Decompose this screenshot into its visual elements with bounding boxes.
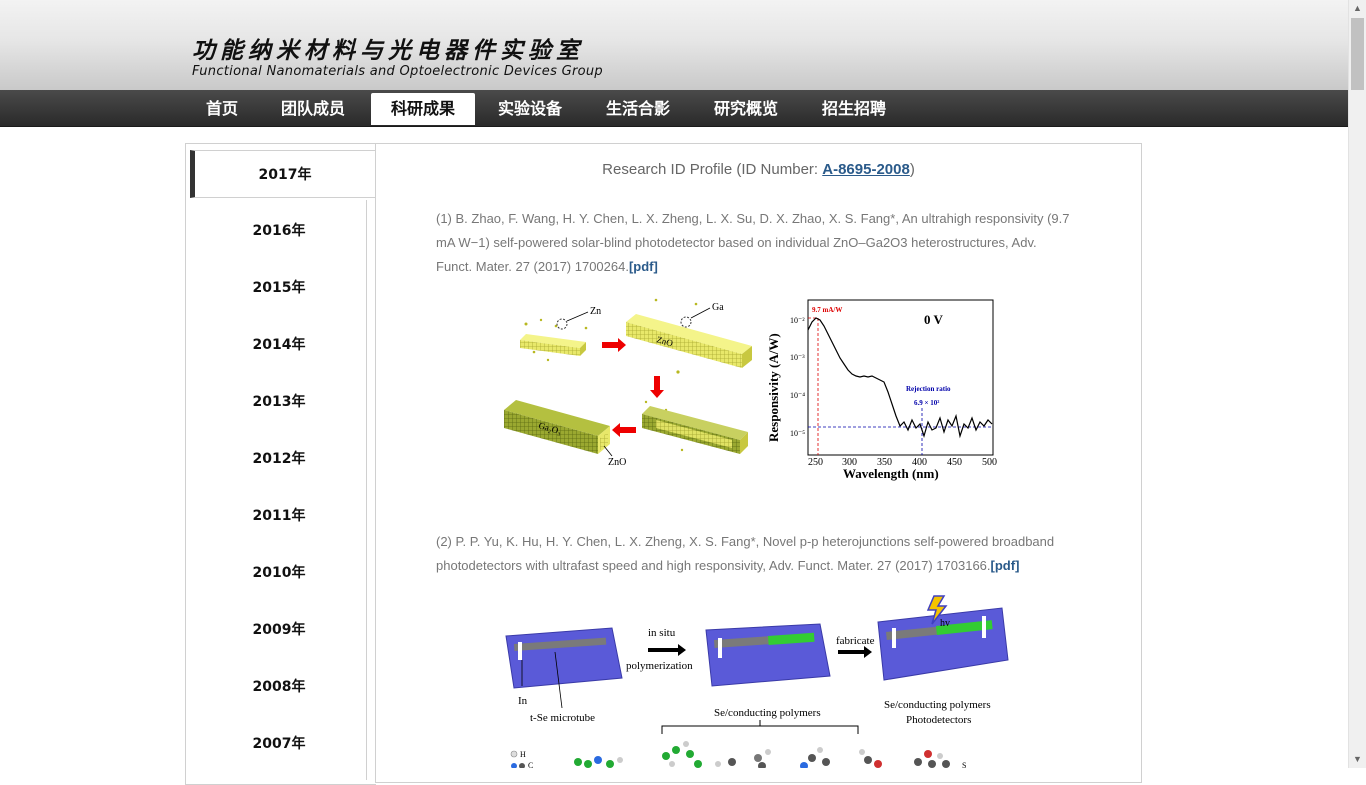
year-item-2011[interactable]: 2011年	[191, 492, 367, 540]
xtick-500: 500	[982, 457, 997, 468]
year-item-2008[interactable]: 2008年	[191, 663, 367, 711]
nav-research[interactable]: 科研成果	[371, 93, 475, 125]
publication-text: (1) B. Zhao, F. Wang, H. Y. Chen, L. X. …	[436, 211, 1070, 274]
pdf-link[interactable]: [pdf]	[991, 558, 1020, 573]
label-polymerization: polymerization	[626, 660, 693, 672]
legend-h: H	[520, 750, 526, 759]
year-item-2010[interactable]: 2010年	[191, 549, 367, 597]
year-item-2017[interactable]: 2017年	[190, 150, 375, 198]
ytick-3: 10⁻⁴	[790, 391, 805, 400]
nav-members[interactable]: 团队成员	[270, 93, 356, 125]
label-zn: Zn	[590, 306, 601, 317]
research-id-link[interactable]: A-8695-2008	[822, 161, 910, 178]
publication-text: (2) P. P. Yu, K. Hu, H. Y. Chen, L. X. Z…	[436, 534, 1055, 573]
main-nav: 首页 团队成员 科研成果 实验设备 生活合影 研究概览 招生招聘	[0, 90, 1349, 127]
xtick-450: 450	[947, 457, 962, 468]
arrow-right-icon	[648, 644, 686, 656]
year-item-2009[interactable]: 2009年	[191, 606, 367, 654]
year-item-2015[interactable]: 2015年	[191, 264, 367, 312]
label-zno-core: ZnO	[608, 457, 626, 468]
xtick-400: 400	[912, 457, 927, 468]
xtick-250: 250	[808, 457, 823, 468]
chart-xlabel: Wavelength (nm)	[843, 466, 939, 481]
profile-prefix: Research ID Profile (ID Number:	[602, 161, 823, 178]
polymer-molecules	[574, 741, 950, 768]
xtick-300: 300	[842, 457, 857, 468]
zno-small-rod	[520, 334, 586, 356]
year-item-2016[interactable]: 2016年	[191, 207, 367, 255]
page-scrollbar[interactable]: ▲ ▼	[1348, 0, 1366, 768]
year-item-2013[interactable]: 2013年	[191, 378, 367, 426]
arrow-down-icon	[650, 376, 664, 398]
nav-equipment[interactable]: 实验设备	[487, 93, 573, 125]
year-item-2012[interactable]: 2012年	[191, 435, 367, 483]
label-in-situ: in situ	[648, 627, 676, 639]
year-item-2014[interactable]: 2014年	[191, 321, 367, 369]
label-se-polymers-pd: Se/conducting polymers	[884, 699, 991, 711]
nav-overview[interactable]: 研究概览	[703, 93, 789, 125]
label-hv: hv	[940, 618, 950, 629]
label-tse: t-Se microtube	[530, 712, 595, 724]
scroll-down-icon[interactable]: ▼	[1349, 751, 1366, 768]
site-title-en: Functional Nanomaterials and Optoelectro…	[192, 64, 603, 79]
year-item-2007[interactable]: 2007年	[191, 720, 367, 768]
scroll-thumb[interactable]	[1351, 18, 1364, 90]
profile-suffix: )	[909, 161, 915, 178]
scroll-up-icon[interactable]: ▲	[1349, 0, 1366, 17]
arrow-right-icon	[838, 646, 872, 658]
legend-s: S	[962, 761, 966, 768]
publication-item: (1) B. Zhao, F. Wang, H. Y. Chen, L. X. …	[436, 207, 1076, 279]
research-id-profile: Research ID Profile (ID Number: A-8695-2…	[375, 161, 1142, 178]
publication-item: (2) P. P. Yu, K. Hu, H. Y. Chen, L. X. Z…	[436, 530, 1076, 578]
substrate-tse	[505, 627, 623, 689]
chart-bias-label: 0 V	[924, 312, 944, 327]
label-ga: Ga	[712, 302, 724, 313]
label-se-polymers: Se/conducting polymers	[714, 707, 821, 719]
label-in: In	[518, 695, 528, 707]
arrow-left-icon	[612, 423, 636, 437]
nav-recruit[interactable]: 招生招聘	[811, 93, 897, 125]
legend-c: C	[528, 761, 533, 768]
rejection-value: 6.9 × 10²	[914, 399, 939, 407]
figure-zno-ga2o3: Zn ZnO Ga Ga₂O₃ ZnO Responsivity (A/W) W…	[504, 298, 997, 481]
zno-large-rod	[626, 314, 752, 368]
rejection-title: Rejection ratio	[906, 385, 951, 393]
heterostructure-rod	[642, 406, 748, 454]
site-title-cn: 功能纳米材料与光电器件实验室	[192, 37, 584, 64]
peak-label: 9.7 mA/W	[812, 306, 842, 314]
site-header: 功能纳米材料与光电器件实验室 Functional Nanomaterials …	[0, 0, 1349, 90]
nav-home[interactable]: 首页	[193, 93, 251, 125]
responsivity-chart: Responsivity (A/W) Wavelength (nm) 0 V 9…	[766, 299, 997, 481]
ytick-2: 10⁻³	[790, 353, 805, 362]
ga-atom-marker	[680, 316, 692, 328]
label-photodetectors: Photodetectors	[906, 714, 971, 726]
figure-se-polymer: In t-Se microtube in situ polymerization…	[505, 595, 1009, 768]
ytick-1: 10⁻²	[790, 316, 805, 325]
arrow-right-icon	[602, 338, 626, 352]
ytick-4: 10⁻⁵	[790, 429, 805, 438]
xtick-350: 350	[877, 457, 892, 468]
chart-ylabel: Responsivity (A/W)	[766, 333, 781, 442]
nav-life[interactable]: 生活合影	[595, 93, 681, 125]
zn-atom-marker	[556, 318, 568, 330]
pdf-link[interactable]: [pdf]	[629, 259, 658, 274]
label-fabricate: fabricate	[836, 635, 875, 647]
substrate-polymer	[705, 623, 831, 687]
